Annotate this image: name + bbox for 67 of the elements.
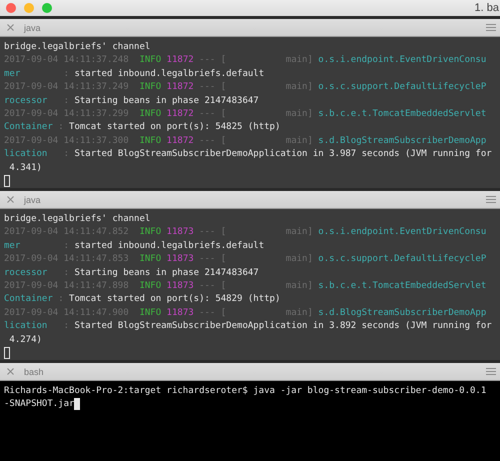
close-icon[interactable]: [7, 368, 14, 375]
logger-name: s.d.BlogStreamSubscriberDemoApp: [317, 134, 486, 148]
close-icon[interactable]: [7, 196, 14, 203]
logger-name: o.s.i.endpoint.EventDrivenConsu: [317, 54, 486, 68]
process-id: 11873: [166, 306, 194, 320]
log-text: Starting beans in phase 2147483647: [73, 266, 259, 280]
logger-name: lication: [4, 320, 48, 334]
logger-name: mer: [4, 240, 20, 253]
log-text: bridge.legalbriefs' channel: [4, 213, 150, 226]
log-text: Starting beans in phase 2147483647: [73, 94, 259, 108]
logger-name: Container: [4, 121, 53, 134]
logger-name: Container: [4, 293, 53, 306]
logger-name: s.b.c.e.t.TomcatEmbeddedServlet: [317, 280, 486, 293]
process-id: 11872: [166, 54, 194, 68]
pane-title: bash: [24, 366, 44, 376]
logger-name: lication: [4, 148, 48, 162]
log-text: 4.274): [8, 334, 42, 347]
logger-name: rocessor: [4, 266, 48, 280]
process-id: 11873: [166, 280, 194, 293]
logger-name: s.b.c.e.t.TomcatEmbeddedServlet: [317, 108, 486, 121]
thread-separator: :: [57, 293, 64, 306]
logger-name: o.s.c.support.DefaultLifecycleP: [317, 253, 486, 266]
pane-title: java: [24, 194, 41, 204]
log-text: -SNAPSHOT.jar: [4, 398, 74, 412]
window-title: 1. ba: [474, 2, 500, 14]
log-level: INFO: [138, 134, 162, 148]
process-id: 11873: [166, 226, 194, 240]
log-level: INFO: [138, 280, 162, 293]
log-text: Started BlogStreamSubscriberDemoApplication in 3.987 seconds (JVM running for: [73, 148, 492, 162]
log-text: started inbound.legalbriefs.default: [73, 240, 264, 253]
log-level: INFO: [138, 253, 162, 266]
close-window-button[interactable]: [6, 3, 16, 13]
log-level: INFO: [138, 81, 162, 94]
process-id: 11873: [166, 253, 194, 266]
logger-name: o.s.i.endpoint.EventDrivenConsu: [317, 226, 486, 240]
process-id: 11872: [166, 134, 194, 148]
log-text: 4.341): [8, 162, 42, 175]
process-id: 11872: [166, 81, 194, 94]
thread-separator: :: [62, 68, 70, 81]
logger-name: rocessor: [4, 94, 48, 108]
thread-separator: :: [62, 266, 70, 280]
menu-icon[interactable]: [486, 196, 496, 203]
log-level: INFO: [138, 54, 162, 68]
log-text: Started BlogStreamSubscriberDemoApplication in 3.892 seconds (JVM running for: [73, 320, 492, 334]
menu-icon[interactable]: [486, 368, 496, 375]
thread-separator: :: [62, 320, 70, 334]
pane-title: java: [24, 22, 41, 32]
thread-separator: :: [62, 148, 70, 162]
close-icon[interactable]: [7, 24, 14, 31]
log-text: Richards-MacBook-Pro-2:target richardseroter$ java -jar blog-stream-subscriber-demo-0.0.1: [4, 385, 486, 398]
minimize-window-button[interactable]: [24, 3, 34, 13]
logger-name: mer: [4, 68, 20, 81]
thread-separator: :: [62, 94, 70, 108]
logger-name: o.s.c.support.DefaultLifecycleP: [317, 81, 486, 94]
log-text: started inbound.legalbriefs.default: [73, 68, 264, 81]
thread-separator: :: [62, 240, 70, 253]
log-text: Tomcat started on port(s): 54825 (http): [68, 121, 280, 134]
menu-icon[interactable]: [486, 24, 496, 31]
thread-separator: :: [57, 121, 64, 134]
logger-name: s.d.BlogStreamSubscriberDemoApp: [317, 306, 486, 320]
log-level: INFO: [138, 306, 162, 320]
process-id: 11872: [166, 108, 194, 121]
log-text: bridge.legalbriefs' channel: [4, 41, 150, 54]
log-level: INFO: [138, 226, 162, 240]
log-level: INFO: [138, 108, 162, 121]
log-text: Tomcat started on port(s): 54829 (http): [68, 293, 280, 306]
zoom-window-button[interactable]: [42, 3, 52, 13]
